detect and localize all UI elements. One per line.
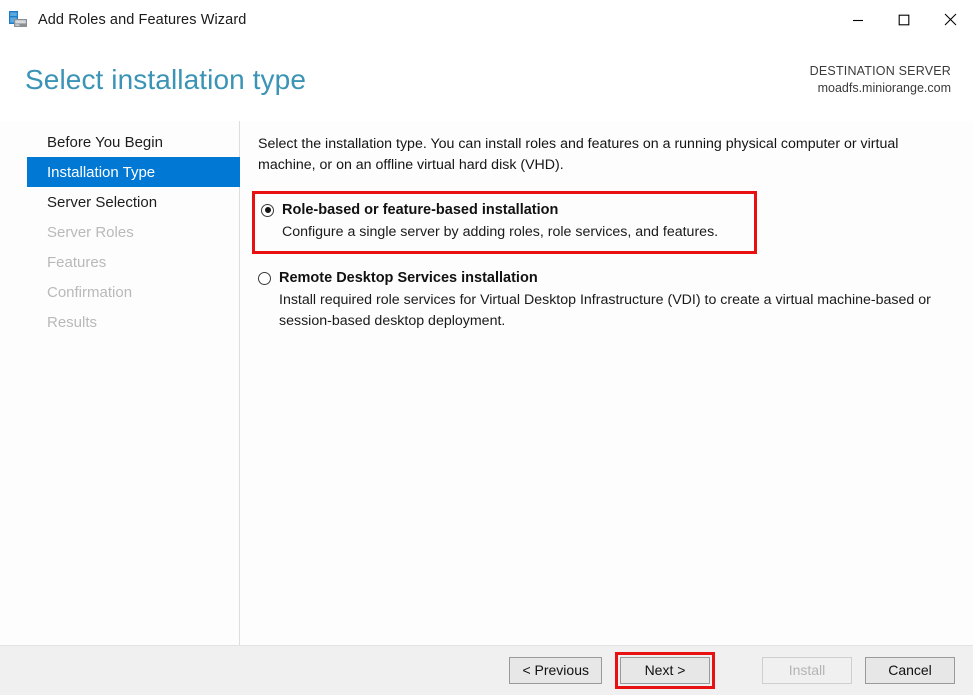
option-role-based-description: Configure a single server by adding role…: [282, 222, 748, 243]
destination-server-block: DESTINATION SERVER moadfs.miniorange.com: [810, 63, 951, 96]
sidebar-item-features: Features: [0, 247, 239, 277]
radio-role-based-icon[interactable]: [261, 204, 274, 217]
option-remote-desktop-label: Remote Desktop Services installation: [279, 269, 538, 287]
cancel-button[interactable]: Cancel: [865, 657, 955, 684]
option-role-based-label: Role-based or feature-based installation: [282, 201, 558, 219]
title-bar: Add Roles and Features Wizard: [0, 0, 973, 40]
install-button: Install: [762, 657, 852, 684]
option-role-based[interactable]: Role-based or feature-based installation: [261, 201, 748, 219]
wizard-footer: < Previous Next > Install Cancel: [0, 646, 973, 695]
option-role-based-highlight: Role-based or feature-based installation…: [252, 191, 757, 255]
add-roles-wizard-window: Add Roles and Features Wizard Select ins…: [0, 0, 973, 695]
radio-remote-desktop-icon[interactable]: [258, 272, 271, 285]
sidebar-item-confirmation: Confirmation: [0, 277, 239, 307]
close-button[interactable]: [927, 1, 973, 39]
sidebar-item-installation-type[interactable]: Installation Type: [27, 157, 240, 187]
option-remote-desktop-description: Install required role services for Virtu…: [279, 290, 955, 331]
wizard-body: Before You Begin Installation Type Serve…: [0, 121, 973, 646]
destination-server-value: moadfs.miniorange.com: [810, 80, 951, 97]
sidebar-item-server-roles: Server Roles: [0, 217, 239, 247]
option-remote-desktop[interactable]: Remote Desktop Services installation: [258, 269, 955, 287]
window-title: Add Roles and Features Wizard: [38, 12, 246, 28]
maximize-button[interactable]: [881, 1, 927, 39]
option-remote-desktop-wrap: Remote Desktop Services installation Ins…: [258, 263, 955, 331]
maximize-icon: [898, 14, 910, 26]
sidebar-item-server-selection[interactable]: Server Selection: [0, 187, 239, 217]
destination-server-label: DESTINATION SERVER: [810, 63, 951, 80]
server-wizard-icon: [7, 9, 29, 31]
page-header: Select installation type DESTINATION SER…: [0, 40, 973, 121]
wizard-sidebar: Before You Begin Installation Type Serve…: [0, 121, 240, 645]
next-button[interactable]: Next >: [620, 657, 710, 684]
minimize-button[interactable]: [835, 1, 881, 39]
previous-button[interactable]: < Previous: [509, 657, 602, 684]
minimize-icon: [852, 14, 864, 26]
sidebar-item-results: Results: [0, 307, 239, 337]
wizard-content: Select the installation type. You can in…: [240, 121, 973, 645]
page-title: Select installation type: [25, 65, 306, 96]
next-button-highlight: Next >: [615, 652, 715, 689]
sidebar-item-before-you-begin[interactable]: Before You Begin: [0, 127, 239, 157]
close-icon: [944, 13, 957, 26]
intro-text: Select the installation type. You can in…: [258, 134, 948, 177]
